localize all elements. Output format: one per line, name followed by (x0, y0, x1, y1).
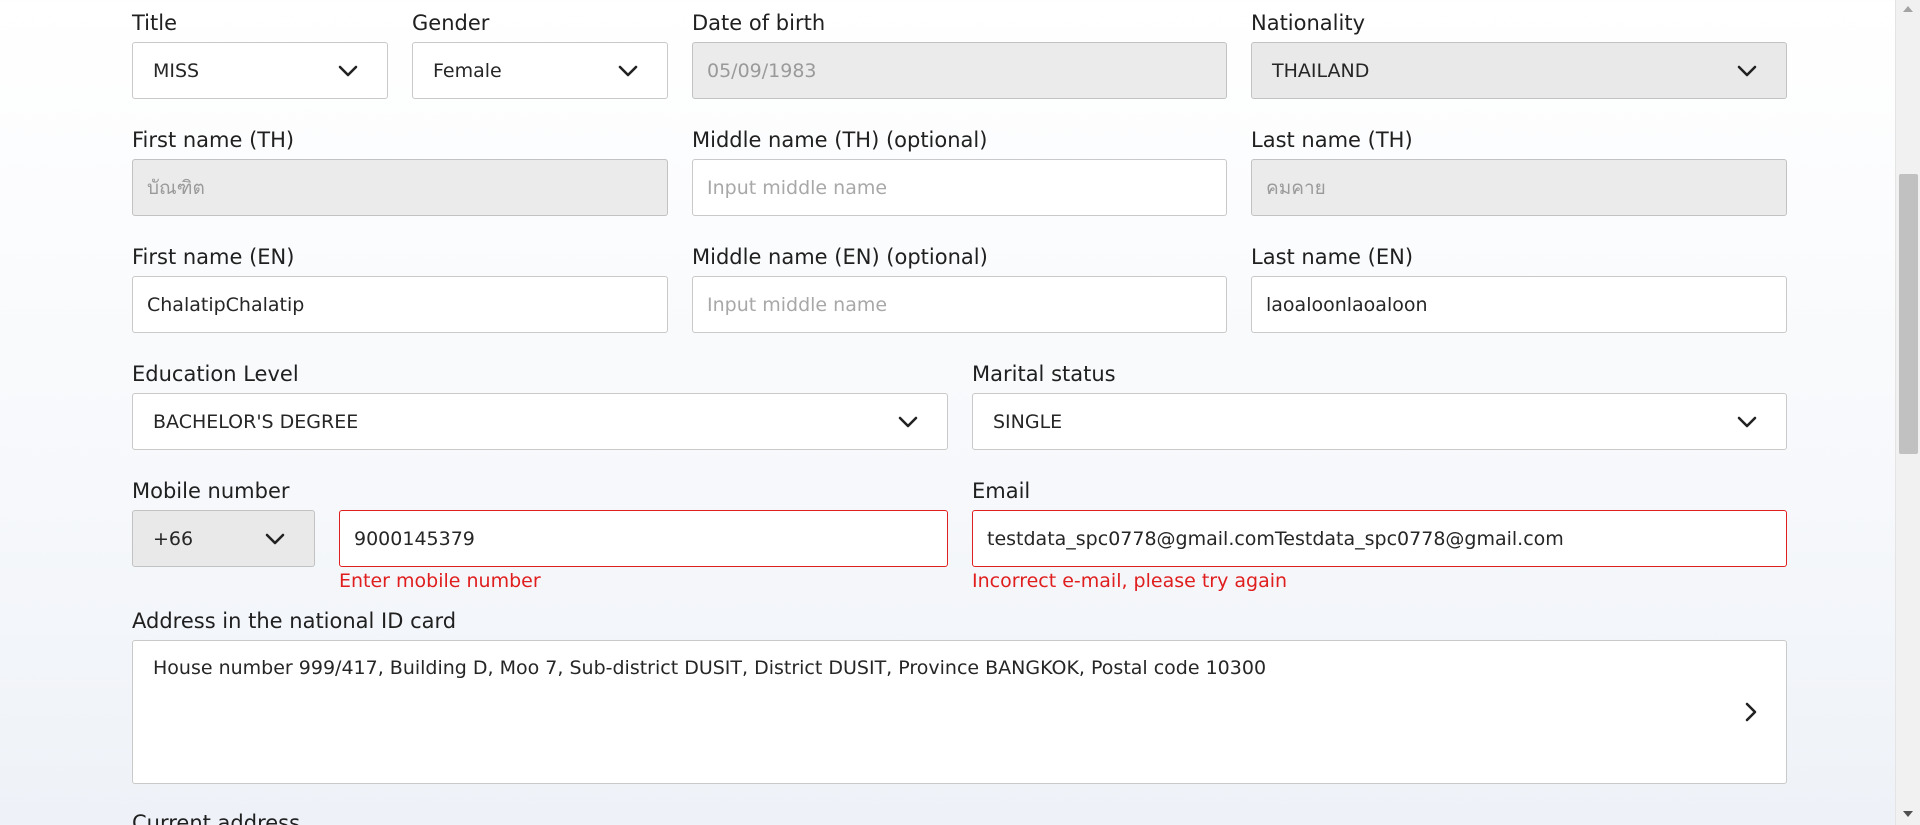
email-value: testdata_spc0778@gmail.comTestdata_spc07… (987, 527, 1564, 550)
dob-field: 05/09/1983 (692, 42, 1227, 99)
title-label: Title (132, 11, 178, 35)
marital-value: SINGLE (993, 410, 1063, 433)
last-name-th-label: Last name (TH) (1251, 128, 1413, 152)
nationality-select[interactable]: THAILAND (1251, 42, 1787, 99)
chevron-down-icon (618, 65, 638, 76)
last-name-en-value: laoaloonlaoaloon (1266, 293, 1428, 316)
chevron-down-icon (898, 416, 918, 427)
chevron-right-icon[interactable] (1744, 701, 1758, 723)
title-select[interactable]: MISS (132, 42, 388, 99)
middle-name-en-placeholder: Input middle name (707, 293, 888, 316)
mobile-input[interactable]: 9000145379 (339, 510, 948, 567)
chevron-down-icon (1737, 416, 1757, 427)
title-select-value: MISS (153, 59, 200, 82)
mobile-label: Mobile number (132, 479, 290, 503)
address-id-field[interactable]: House number 999/417, Building D, Moo 7,… (132, 640, 1787, 784)
first-name-th-value: บัณฑิต (147, 176, 205, 199)
last-name-th-field: คมคาย (1251, 159, 1787, 216)
first-name-th-label: First name (TH) (132, 128, 295, 152)
mobile-error: Enter mobile number (339, 570, 541, 592)
last-name-en-label: Last name (EN) (1251, 245, 1414, 269)
nationality-value: THAILAND (1272, 59, 1370, 82)
first-name-th-field: บัณฑิต (132, 159, 668, 216)
scroll-up-icon[interactable] (1903, 6, 1913, 12)
first-name-en-input[interactable]: ChalatipChalatip (132, 276, 668, 333)
email-error: Incorrect e-mail, please try again (972, 570, 1288, 592)
country-code-select[interactable]: +66 (132, 510, 315, 567)
mobile-value: 9000145379 (354, 527, 475, 550)
first-name-en-value: ChalatipChalatip (147, 293, 305, 316)
middle-name-th-label: Middle name (TH) (optional) (692, 128, 988, 152)
chevron-down-icon (338, 65, 358, 76)
education-value: BACHELOR'S DEGREE (153, 410, 359, 433)
address-id-label: Address in the national ID card (132, 609, 457, 633)
last-name-en-input[interactable]: laoaloonlaoaloon (1251, 276, 1787, 333)
middle-name-th-input[interactable]: Input middle name (692, 159, 1227, 216)
gender-select-value: Female (433, 59, 502, 82)
middle-name-en-label: Middle name (EN) (optional) (692, 245, 988, 269)
address-id-value: House number 999/417, Building D, Moo 7,… (153, 657, 1267, 679)
scroll-thumb[interactable] (1899, 174, 1918, 454)
current-address-label: Current address (132, 811, 301, 825)
marital-select[interactable]: SINGLE (972, 393, 1787, 450)
dob-value: 05/09/1983 (707, 59, 817, 82)
personal-info-form: Title MISS Gender Female Date of birth 0… (132, 0, 1787, 825)
scroll-down-icon[interactable] (1903, 811, 1913, 817)
chevron-down-icon (1737, 65, 1757, 76)
education-select[interactable]: BACHELOR'S DEGREE (132, 393, 948, 450)
email-input[interactable]: testdata_spc0778@gmail.comTestdata_spc07… (972, 510, 1787, 567)
middle-name-en-input[interactable]: Input middle name (692, 276, 1227, 333)
chevron-down-icon (265, 533, 285, 544)
first-name-en-label: First name (EN) (132, 245, 295, 269)
email-label: Email (972, 479, 1031, 503)
country-code-value: +66 (153, 527, 194, 550)
education-label: Education Level (132, 362, 299, 386)
dob-label: Date of birth (692, 11, 826, 35)
gender-select[interactable]: Female (412, 42, 668, 99)
middle-name-th-placeholder: Input middle name (707, 176, 888, 199)
marital-label: Marital status (972, 362, 1116, 386)
gender-label: Gender (412, 11, 490, 35)
last-name-th-value: คมคาย (1266, 176, 1326, 199)
nationality-label: Nationality (1251, 11, 1366, 35)
page-scrollbar[interactable] (1895, 0, 1920, 825)
